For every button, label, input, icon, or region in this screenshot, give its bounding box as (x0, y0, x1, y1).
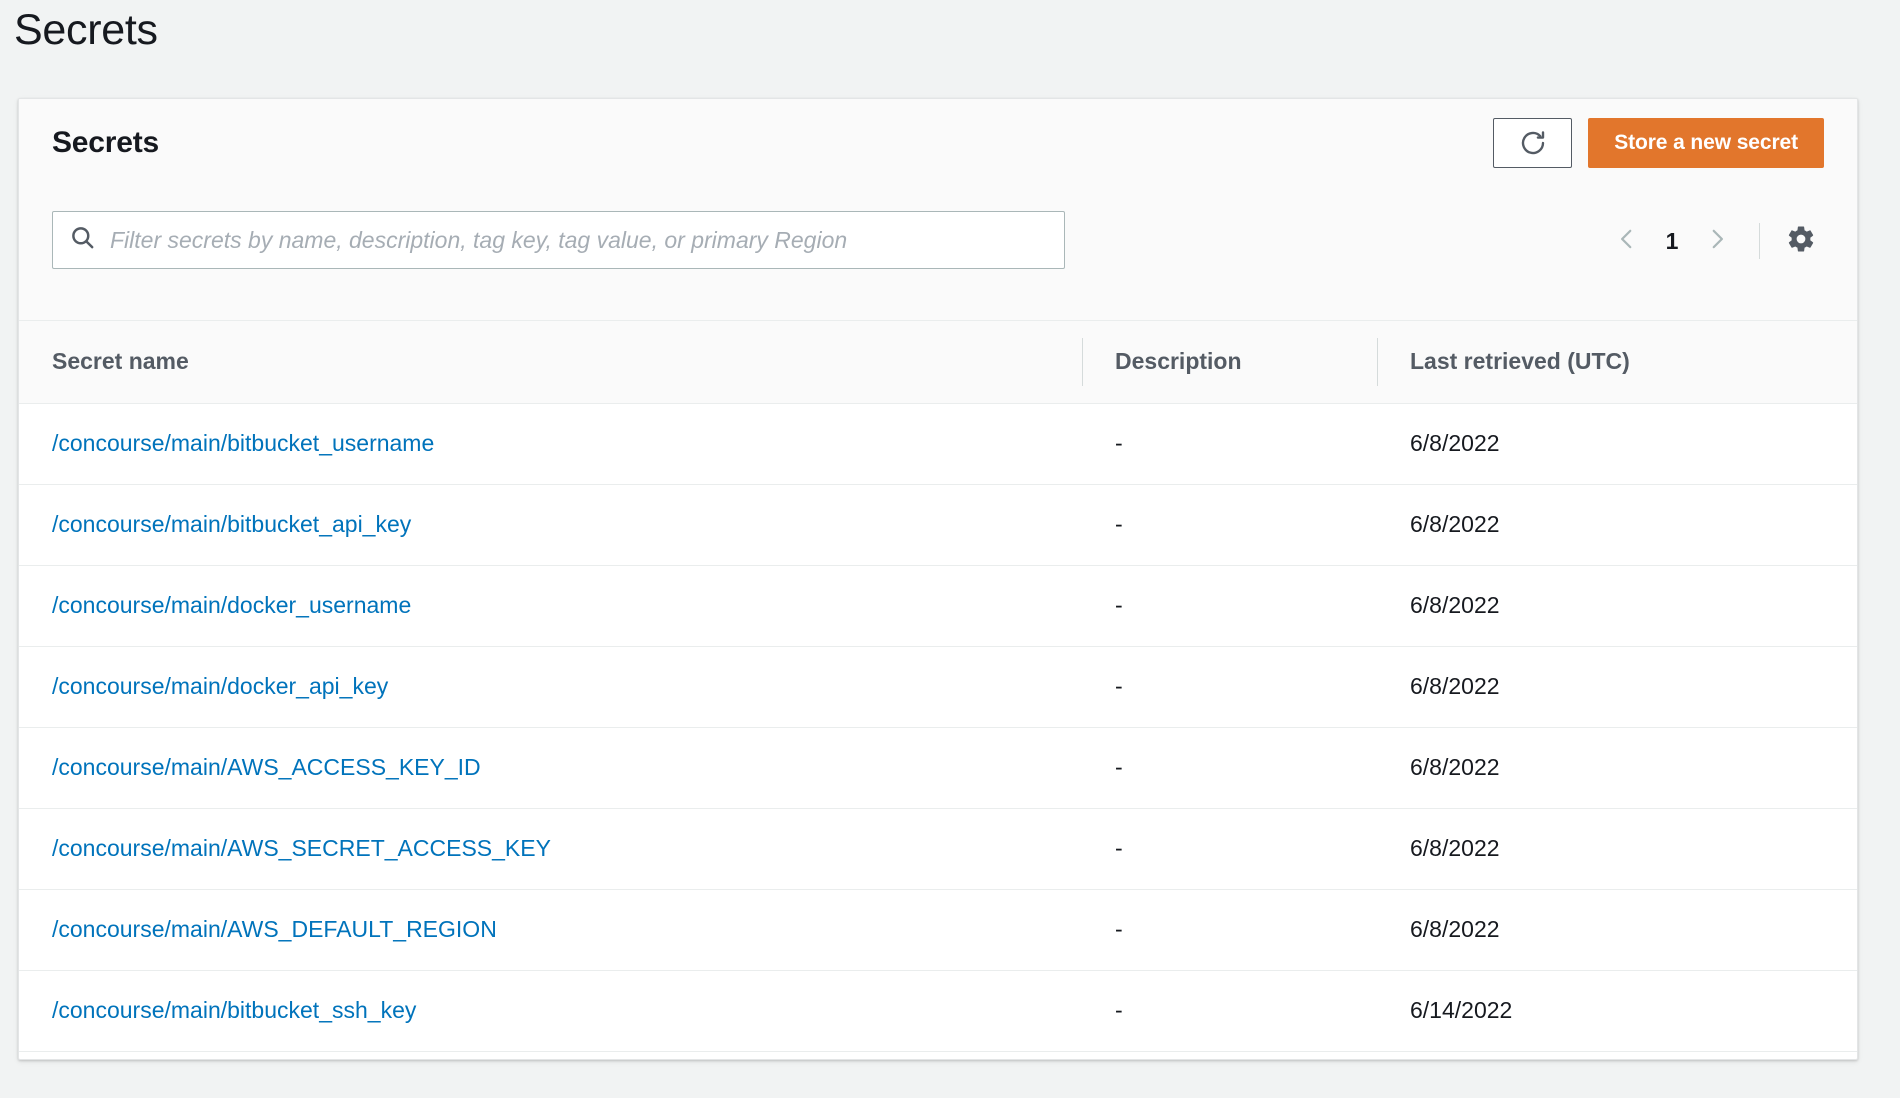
page-number-1[interactable]: 1 (1653, 228, 1691, 255)
cell-description: - (1082, 889, 1377, 970)
cell-description: - (1082, 808, 1377, 889)
column-header-description[interactable]: Description (1082, 321, 1377, 403)
table-row: /concourse/main/bitbucket_ssh_key -6/14/2… (19, 970, 1857, 1051)
secrets-page: Secrets Secrets Store a new secret (0, 0, 1900, 1098)
cell-secret-name: /concourse/main/AWS_DEFAULT_REGION (19, 889, 1082, 970)
table-preferences-button[interactable] (1778, 218, 1824, 264)
cell-last-retrieved: 6/8/2022 (1377, 403, 1857, 484)
refresh-button[interactable] (1493, 118, 1572, 168)
table-body: /concourse/main/bitbucket_username-6/8/2… (19, 403, 1857, 1051)
secret-name-link[interactable]: /concourse/main/bitbucket_api_key (52, 511, 411, 537)
secret-name-link[interactable]: /concourse/main/bitbucket_username (52, 430, 434, 456)
table-row: /concourse/main/bitbucket_username -6/8/2… (19, 403, 1857, 484)
table-row: /concourse/main/docker_api_key -6/8/2022 (19, 646, 1857, 727)
table-row: /concourse/main/AWS_ACCESS_KEY_ID -6/8/20… (19, 727, 1857, 808)
cell-description: - (1082, 484, 1377, 565)
search-input[interactable] (110, 227, 1048, 254)
cell-secret-name: /concourse/main/AWS_ACCESS_KEY_ID (19, 727, 1082, 808)
cell-description: - (1082, 565, 1377, 646)
cell-description: - (1082, 727, 1377, 808)
table-row: /concourse/main/AWS_SECRET_ACCESS_KEY -6/… (19, 808, 1857, 889)
column-header-last-retrieved[interactable]: Last retrieved (UTC) (1377, 321, 1857, 403)
secret-name-link[interactable]: /concourse/main/docker_username (52, 592, 411, 618)
cell-last-retrieved: 6/8/2022 (1377, 565, 1857, 646)
table-header-row: Secret name Description Last retrieved (… (19, 321, 1857, 403)
card-header: Secrets Store a new secret (19, 99, 1857, 321)
cell-description: - (1082, 970, 1377, 1051)
page-title: Secrets (14, 2, 158, 58)
card-title: Secrets (52, 126, 159, 160)
cell-last-retrieved: 6/8/2022 (1377, 646, 1857, 727)
cell-secret-name: /concourse/main/docker_api_key (19, 646, 1082, 727)
cell-secret-name: /concourse/main/bitbucket_api_key (19, 484, 1082, 565)
table-header: Secret name Description Last retrieved (… (19, 321, 1857, 403)
cell-secret-name: /concourse/main/bitbucket_ssh_key (19, 970, 1082, 1051)
chevron-right-icon (1704, 226, 1730, 257)
secret-name-link[interactable]: /concourse/main/bitbucket_ssh_key (52, 997, 416, 1023)
cell-secret-name: /concourse/main/bitbucket_username (19, 403, 1082, 484)
cell-secret-name: /concourse/main/AWS_SECRET_ACCESS_KEY (19, 808, 1082, 889)
filter-row: 1 (19, 211, 1857, 281)
secret-name-link[interactable]: /concourse/main/AWS_DEFAULT_REGION (52, 916, 497, 942)
secret-name-link[interactable]: /concourse/main/AWS_SECRET_ACCESS_KEY (52, 835, 551, 861)
table-row: /concourse/main/AWS_DEFAULT_REGION -6/8/2… (19, 889, 1857, 970)
search-box[interactable] (52, 211, 1065, 269)
secrets-card: Secrets Store a new secret (18, 98, 1858, 1060)
cell-last-retrieved: 6/8/2022 (1377, 889, 1857, 970)
chevron-left-icon (1614, 226, 1640, 257)
cell-last-retrieved: 6/14/2022 (1377, 970, 1857, 1051)
pagination-divider (1759, 223, 1760, 259)
previous-page-button[interactable] (1601, 215, 1653, 267)
table-row: /concourse/main/bitbucket_api_key -6/8/20… (19, 484, 1857, 565)
next-page-button[interactable] (1691, 215, 1743, 267)
cell-description: - (1082, 403, 1377, 484)
column-header-secret-name[interactable]: Secret name (19, 321, 1082, 403)
secret-name-link[interactable]: /concourse/main/docker_api_key (52, 673, 388, 699)
cell-last-retrieved: 6/8/2022 (1377, 808, 1857, 889)
pagination: 1 (1601, 214, 1824, 268)
header-actions: Store a new secret (1493, 118, 1824, 168)
cell-last-retrieved: 6/8/2022 (1377, 727, 1857, 808)
search-icon (69, 224, 96, 256)
cell-secret-name: /concourse/main/docker_username (19, 565, 1082, 646)
table-row: /concourse/main/docker_username -6/8/2022 (19, 565, 1857, 646)
cell-last-retrieved: 6/8/2022 (1377, 484, 1857, 565)
store-new-secret-button[interactable]: Store a new secret (1588, 118, 1824, 168)
secrets-table: Secret name Description Last retrieved (… (19, 321, 1857, 1052)
refresh-icon (1518, 128, 1548, 158)
secret-name-link[interactable]: /concourse/main/AWS_ACCESS_KEY_ID (52, 754, 481, 780)
cell-description: - (1082, 646, 1377, 727)
gear-icon (1786, 224, 1816, 259)
